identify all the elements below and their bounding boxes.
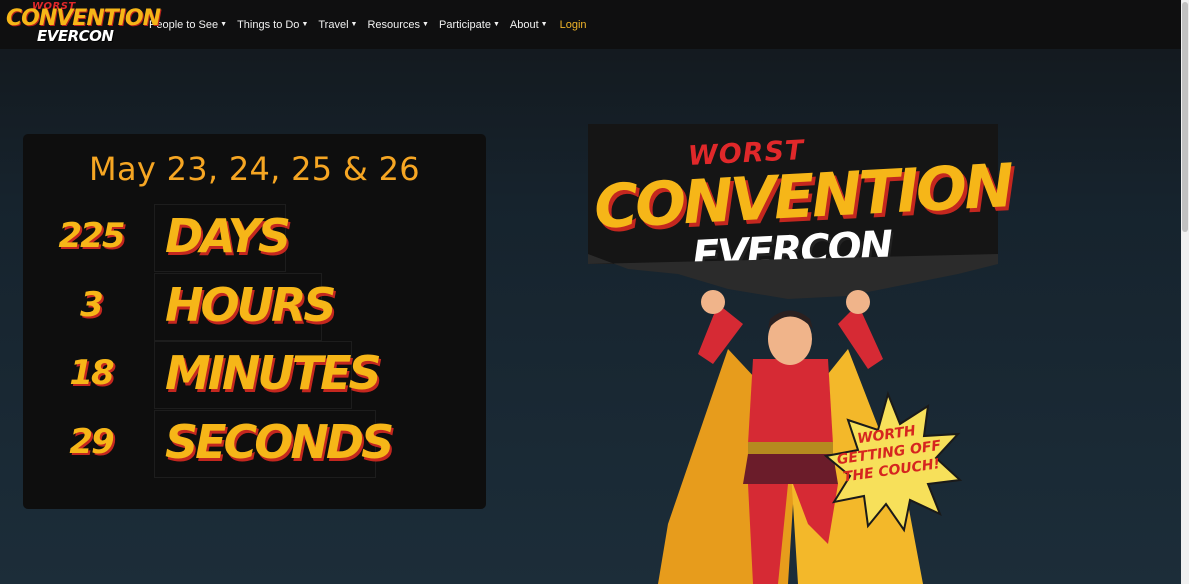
countdown-panel: May 23, 24, 25 & 26 225 DAYS 3 HOURS 18 …: [23, 134, 486, 509]
nav-item-travel[interactable]: Travel ▼: [318, 19, 357, 31]
countdown-hours-value: 3: [80, 285, 104, 325]
nav-item-participate[interactable]: Participate ▼: [439, 19, 500, 31]
countdown-unit-box: SECONDS: [154, 410, 394, 478]
nav-item-label: Participate: [438, 18, 491, 31]
site-logo[interactable]: WORST CONVENTION EVERCON: [4, 0, 161, 49]
nav-item-label: About: [509, 18, 539, 31]
top-navbar: WORST CONVENTION EVERCON People to See ▼ …: [0, 0, 1189, 49]
caret-down-icon: ▼: [422, 21, 429, 28]
countdown-hours-label: HOURS: [165, 278, 337, 332]
caret-down-icon: ▼: [220, 21, 228, 28]
countdown-unit-box: DAYS: [154, 204, 291, 272]
scrollbar-thumb[interactable]: [1182, 2, 1188, 232]
countdown-seconds-value: 29: [69, 422, 114, 462]
countdown-unit-box: HOURS: [154, 273, 337, 341]
nav-item-resources[interactable]: Resources ▼: [367, 19, 429, 31]
nav-item-people-to-see[interactable]: People to See ▼: [149, 19, 227, 31]
page-scrollbar[interactable]: [1181, 0, 1189, 584]
hero-illustration: WORST CONVENTION EVERCON WORTH GETTING O…: [588, 124, 1013, 584]
nav-item-about[interactable]: About ▼: [510, 19, 548, 31]
caret-down-icon: ▼: [540, 21, 548, 28]
login-link[interactable]: Login: [560, 19, 587, 31]
countdown-minutes-label: MINUTES: [165, 346, 382, 400]
nav-item-things-to-do[interactable]: Things to Do ▼: [237, 19, 308, 31]
caret-down-icon: ▼: [350, 21, 358, 28]
nav-menu: People to See ▼ Things to Do ▼ Travel ▼ Res…: [149, 19, 587, 31]
nav-item-label: Travel: [318, 18, 349, 31]
countdown-days-value: 225: [58, 216, 126, 256]
countdown-days-label: DAYS: [165, 209, 291, 263]
nav-item-label: Resources: [367, 18, 421, 31]
countdown-minutes-value: 18: [69, 353, 114, 393]
event-dates: May 23, 24, 25 & 26: [89, 150, 420, 188]
countdown-seconds-label: SECONDS: [165, 415, 394, 469]
caret-down-icon: ▼: [492, 21, 500, 28]
superhero-figure: [588, 254, 998, 584]
logo-evercon-text: EVERCON: [37, 27, 114, 45]
nav-item-label: Things to Do: [237, 18, 300, 31]
caret-down-icon: ▼: [301, 21, 309, 28]
countdown-unit-box: MINUTES: [154, 341, 382, 409]
